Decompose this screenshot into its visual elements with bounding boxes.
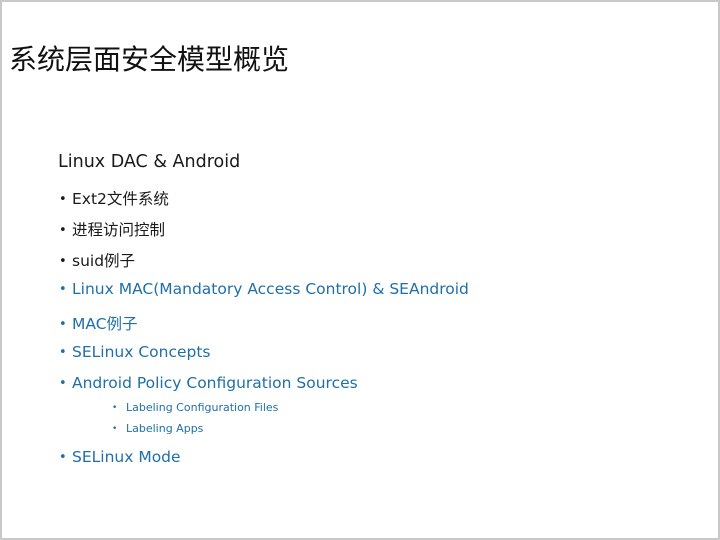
bullet-icon: • [59,254,67,269]
list-item-label: Linux MAC(Mandatory Access Control) & SE… [72,280,469,298]
list-item-label: Labeling Apps [126,422,204,435]
list-item-linux-mac: • Linux MAC(Mandatory Access Control) & S… [59,280,469,298]
list-item-label: MAC例子 [72,315,138,333]
list-item-label: SELinux Mode [72,448,181,466]
list-item-label: 进程访问控制 [72,221,166,239]
bullet-icon: • [59,282,67,297]
bullet-icon: • [59,376,67,391]
slide: 系统层面安全模型概览 Linux DAC & Android • Ext2文件系统… [0,0,720,540]
list-item-suid: • suid例子 [59,249,135,271]
sublist-item-labeling-config: • Labeling Configuration Files [112,401,278,414]
slide-title: 系统层面安全模型概览 [9,43,290,76]
bullet-icon: • [59,223,67,238]
list-item-policy-sources: • Android Policy Configuration Sources [59,374,358,392]
list-item-mac-example: • MAC例子 [59,312,138,334]
list-item-selinux-mode: • SELinux Mode [59,448,181,466]
sublist-item-labeling-apps: • Labeling Apps [112,422,203,435]
bullet-icon: • [59,345,67,360]
list-item-ext2: • Ext2文件系统 [59,187,169,209]
section-heading: Linux DAC & Android [58,152,241,172]
bullet-icon: • [112,403,118,413]
list-item-label: SELinux Concepts [72,343,211,361]
bullet-icon: • [59,450,67,465]
list-item-process-access: • 进程访问控制 [59,218,165,240]
list-item-label: suid例子 [72,252,136,270]
bullet-icon: • [59,192,67,207]
list-item-label: Android Policy Configuration Sources [72,374,358,392]
bullet-icon: • [59,317,67,332]
list-item-label: Labeling Configuration Files [126,401,279,414]
list-item-label: Ext2文件系统 [72,190,169,208]
list-item-selinux-concepts: • SELinux Concepts [59,343,211,361]
bullet-icon: • [112,424,118,434]
